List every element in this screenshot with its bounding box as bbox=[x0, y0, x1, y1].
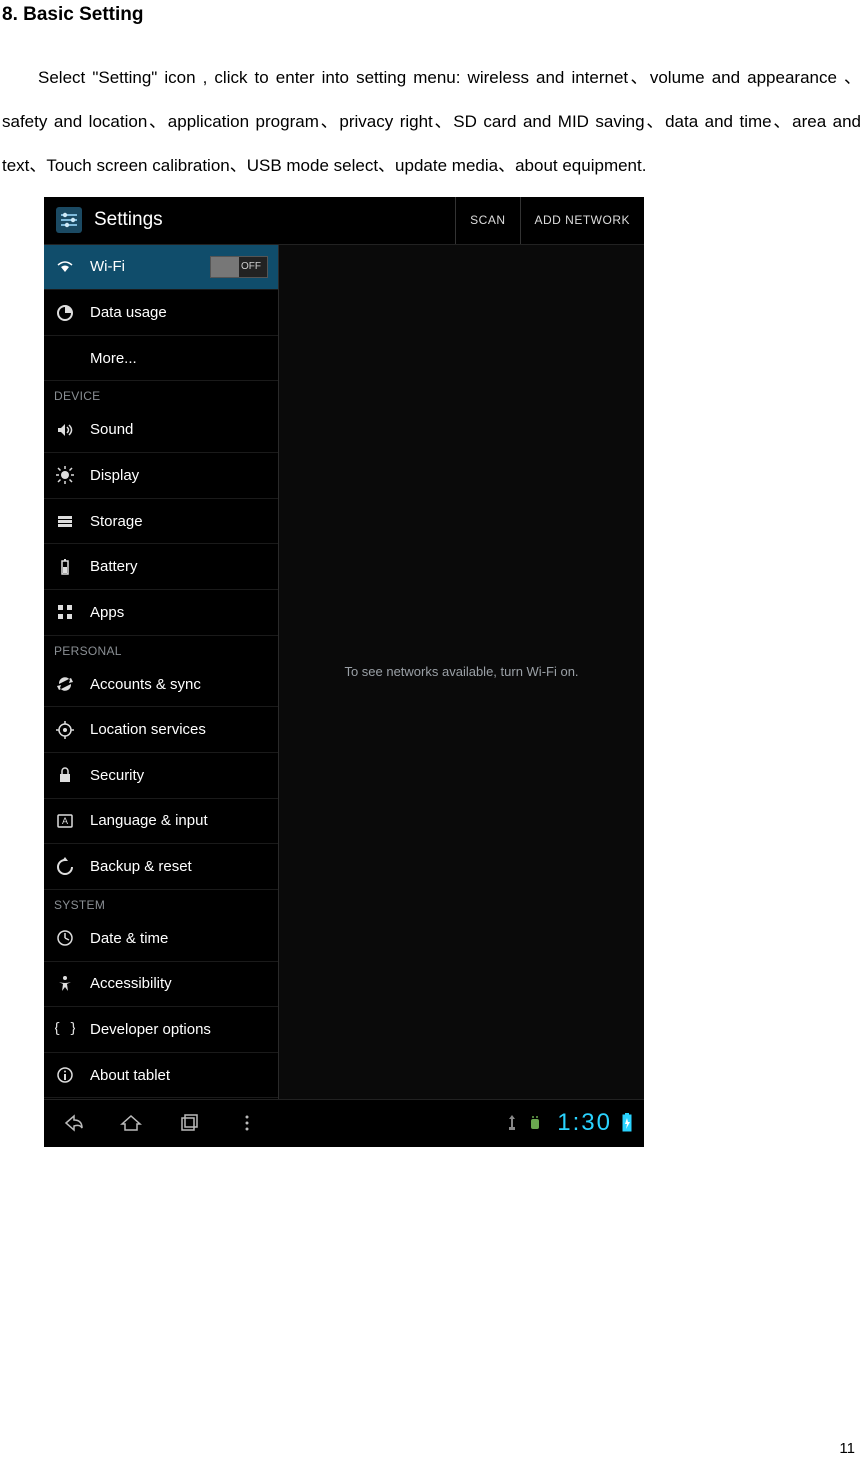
blank-icon bbox=[54, 347, 76, 369]
wifi-empty-message: To see networks available, turn Wi-Fi on… bbox=[344, 664, 578, 679]
wifi-label: Wi-Fi bbox=[90, 258, 196, 275]
sidebar-item-security[interactable]: Security bbox=[44, 753, 278, 799]
accessibility-icon bbox=[54, 973, 76, 995]
wifi-toggle[interactable]: OFF bbox=[210, 256, 268, 278]
sidebar-item-more[interactable]: More... bbox=[44, 336, 278, 382]
about-label: About tablet bbox=[90, 1067, 268, 1084]
sidebar-item-accessibility[interactable]: Accessibility bbox=[44, 962, 278, 1008]
backup-icon bbox=[54, 856, 76, 878]
page-number: 11 bbox=[839, 1440, 855, 1457]
apps-icon bbox=[54, 601, 76, 623]
lock-icon bbox=[54, 764, 76, 786]
wifi-icon bbox=[54, 256, 76, 278]
sidebar-item-storage[interactable]: Storage bbox=[44, 499, 278, 545]
sidebar-item-accounts[interactable]: Accounts & sync bbox=[44, 662, 278, 708]
status-icons bbox=[505, 1113, 549, 1133]
developer-label: Developer options bbox=[90, 1021, 268, 1038]
wifi-toggle-state: OFF bbox=[241, 261, 261, 272]
datetime-label: Date & time bbox=[90, 930, 268, 947]
data-usage-label: Data usage bbox=[90, 304, 268, 321]
sidebar-item-about[interactable]: About tablet bbox=[44, 1053, 278, 1099]
sound-icon bbox=[54, 419, 76, 441]
usb-icon bbox=[505, 1113, 519, 1133]
category-system: SYSTEM bbox=[44, 890, 278, 916]
storage-icon bbox=[54, 510, 76, 532]
settings-sidebar: Wi-Fi OFF Data usage More... DEVICE bbox=[44, 245, 279, 1099]
sync-icon bbox=[54, 673, 76, 695]
battery-label: Battery bbox=[90, 558, 268, 575]
android-settings-screenshot: Settings SCAN ADD NETWORK Wi-Fi OFF Dat bbox=[44, 197, 644, 1147]
intro-paragraph: Select "Setting" icon , click to enter i… bbox=[0, 26, 863, 189]
location-label: Location services bbox=[90, 721, 268, 738]
language-icon: A bbox=[54, 810, 76, 832]
android-debug-icon bbox=[527, 1113, 543, 1133]
paragraph-text: Select "Setting" icon , click to enter i… bbox=[2, 68, 861, 175]
battery-status-icon bbox=[620, 1112, 644, 1134]
sidebar-item-backup[interactable]: Backup & reset bbox=[44, 844, 278, 890]
sidebar-item-display[interactable]: Display bbox=[44, 453, 278, 499]
back-button[interactable] bbox=[44, 1100, 102, 1147]
svg-text:{ }: { } bbox=[55, 1021, 75, 1037]
scan-button[interactable]: SCAN bbox=[455, 197, 519, 244]
system-nav-bar: 1:30 bbox=[44, 1099, 644, 1147]
sidebar-item-language[interactable]: A Language & input bbox=[44, 799, 278, 845]
accounts-label: Accounts & sync bbox=[90, 676, 268, 693]
sidebar-item-sound[interactable]: Sound bbox=[44, 407, 278, 453]
recent-apps-button[interactable] bbox=[160, 1100, 218, 1147]
sidebar-item-developer[interactable]: { } Developer options bbox=[44, 1007, 278, 1053]
clock-display[interactable]: 1:30 bbox=[549, 1109, 620, 1137]
section-heading: 8. Basic Setting bbox=[0, 0, 863, 26]
settings-body: Wi-Fi OFF Data usage More... DEVICE bbox=[44, 245, 644, 1099]
sidebar-item-datetime[interactable]: Date & time bbox=[44, 916, 278, 962]
display-icon bbox=[54, 464, 76, 486]
sidebar-item-data-usage[interactable]: Data usage bbox=[44, 290, 278, 336]
battery-icon bbox=[54, 556, 76, 578]
info-icon bbox=[54, 1064, 76, 1086]
home-button[interactable] bbox=[102, 1100, 160, 1147]
display-label: Display bbox=[90, 467, 268, 484]
menu-button[interactable] bbox=[218, 1100, 276, 1147]
backup-label: Backup & reset bbox=[90, 858, 268, 875]
add-network-button[interactable]: ADD NETWORK bbox=[520, 197, 645, 244]
language-label: Language & input bbox=[90, 812, 268, 829]
accessibility-label: Accessibility bbox=[90, 975, 268, 992]
security-label: Security bbox=[90, 767, 268, 784]
sidebar-item-battery[interactable]: Battery bbox=[44, 544, 278, 590]
settings-app-icon bbox=[52, 203, 86, 237]
more-label: More... bbox=[90, 350, 268, 367]
location-icon bbox=[54, 719, 76, 741]
settings-title: Settings bbox=[94, 209, 163, 231]
apps-label: Apps bbox=[90, 604, 268, 621]
sidebar-item-apps[interactable]: Apps bbox=[44, 590, 278, 636]
developer-icon: { } bbox=[54, 1018, 76, 1040]
category-personal: PERSONAL bbox=[44, 636, 278, 662]
sidebar-item-location[interactable]: Location services bbox=[44, 707, 278, 753]
settings-header: Settings SCAN ADD NETWORK bbox=[44, 197, 644, 245]
storage-label: Storage bbox=[90, 513, 268, 530]
settings-content-pane: To see networks available, turn Wi-Fi on… bbox=[279, 245, 644, 1099]
clock-icon bbox=[54, 927, 76, 949]
svg-text:A: A bbox=[62, 816, 68, 826]
data-usage-icon bbox=[54, 302, 76, 324]
sidebar-item-wifi[interactable]: Wi-Fi OFF bbox=[44, 245, 278, 291]
sound-label: Sound bbox=[90, 421, 268, 438]
category-device: DEVICE bbox=[44, 381, 278, 407]
